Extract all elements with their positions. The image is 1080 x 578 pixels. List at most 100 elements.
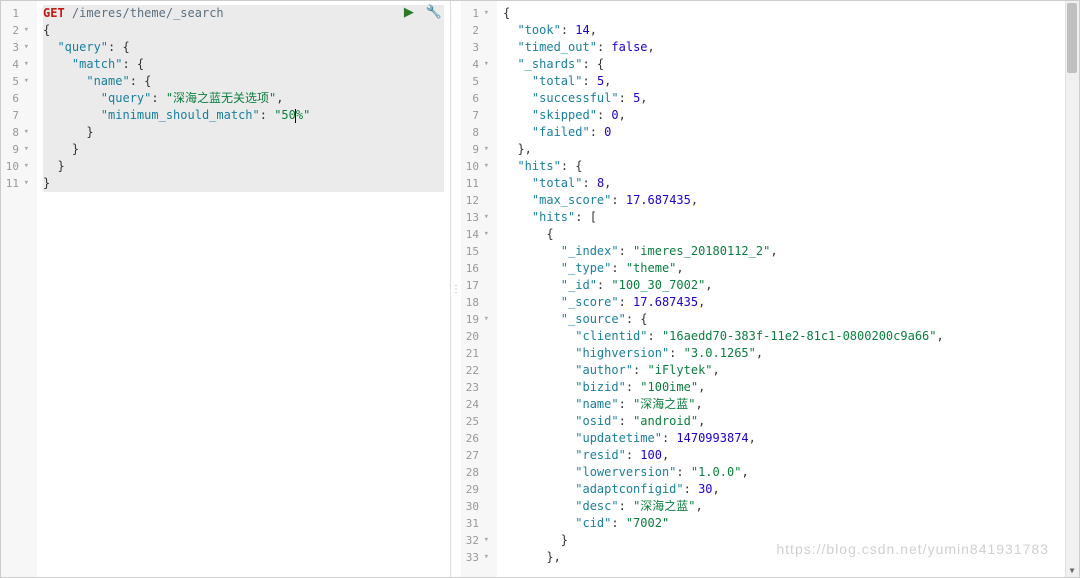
line-number: 3 xyxy=(465,39,489,56)
request-gutter: 12▾3▾4▾5▾678▾9▾10▾11▾ xyxy=(1,1,37,577)
line-number: 22 xyxy=(465,362,489,379)
code-line[interactable]: "total": 8, xyxy=(503,175,1073,192)
fold-icon[interactable]: ▾ xyxy=(481,209,489,226)
scroll-thumb[interactable] xyxy=(1067,3,1077,73)
code-line[interactable]: "timed_out": false, xyxy=(503,39,1073,56)
code-line[interactable]: { xyxy=(503,5,1073,22)
code-line[interactable]: "lowerversion": "1.0.0", xyxy=(503,464,1073,481)
code-line[interactable]: "failed": 0 xyxy=(503,124,1073,141)
code-line[interactable]: "author": "iFlytek", xyxy=(503,362,1073,379)
line-number: 6 xyxy=(5,90,29,107)
line-number: 11▾ xyxy=(5,175,29,192)
line-number: 23 xyxy=(465,379,489,396)
code-line[interactable]: } xyxy=(43,141,444,158)
response-pane: 1▾234▾56789▾10▾111213▾14▾1516171819▾2021… xyxy=(461,1,1079,577)
fold-icon[interactable]: ▾ xyxy=(481,532,489,549)
code-line[interactable]: "updatetime": 1470993874, xyxy=(503,430,1073,447)
request-pane: ▶ 🔧 12▾3▾4▾5▾678▾9▾10▾11▾ GET /imeres/th… xyxy=(1,1,451,577)
line-number: 18 xyxy=(465,294,489,311)
code-line[interactable]: "max_score": 17.687435, xyxy=(503,192,1073,209)
code-line[interactable]: "osid": "android", xyxy=(503,413,1073,430)
code-line[interactable]: } xyxy=(43,158,444,175)
code-line[interactable]: "hits": { xyxy=(503,158,1073,175)
fold-icon[interactable]: ▾ xyxy=(481,549,489,566)
dev-console-root: ▶ 🔧 12▾3▾4▾5▾678▾9▾10▾11▾ GET /imeres/th… xyxy=(0,0,1080,578)
response-scrollbar[interactable]: ▲ ▼ xyxy=(1065,1,1079,577)
fold-icon[interactable]: ▾ xyxy=(481,311,489,328)
code-line[interactable]: } xyxy=(43,175,444,192)
code-line[interactable]: }, xyxy=(503,549,1073,566)
line-number: 15 xyxy=(465,243,489,260)
code-line[interactable]: "successful": 5, xyxy=(503,90,1073,107)
request-toolbar: ▶ 🔧 xyxy=(404,4,442,20)
code-line[interactable]: } xyxy=(503,532,1073,549)
code-line[interactable]: "_index": "imeres_20180112_2", xyxy=(503,243,1073,260)
code-line[interactable]: "_score": 17.687435, xyxy=(503,294,1073,311)
code-line[interactable]: { xyxy=(43,22,444,39)
code-line[interactable]: } xyxy=(43,124,444,141)
code-line[interactable]: "clientid": "16aedd70-383f-11e2-81c1-080… xyxy=(503,328,1073,345)
fold-icon[interactable]: ▾ xyxy=(481,226,489,243)
fold-icon[interactable]: ▾ xyxy=(21,124,29,141)
line-number: 2▾ xyxy=(5,22,29,39)
fold-icon[interactable]: ▾ xyxy=(481,5,489,22)
line-number: 6 xyxy=(465,90,489,107)
code-line[interactable]: "name": { xyxy=(43,73,444,90)
fold-icon[interactable]: ▾ xyxy=(21,73,29,90)
line-number: 4▾ xyxy=(5,56,29,73)
code-line[interactable]: "total": 5, xyxy=(503,73,1073,90)
fold-icon[interactable]: ▾ xyxy=(481,158,489,175)
line-number: 29 xyxy=(465,481,489,498)
code-line[interactable]: GET /imeres/theme/_search xyxy=(43,5,444,22)
line-number: 11 xyxy=(465,175,489,192)
fold-icon[interactable]: ▾ xyxy=(21,56,29,73)
code-line[interactable]: "skipped": 0, xyxy=(503,107,1073,124)
options-button[interactable]: 🔧 xyxy=(426,4,442,20)
pane-splitter[interactable]: ⋮ xyxy=(451,1,461,577)
code-line[interactable]: "minimum_should_match": "50%" xyxy=(43,107,444,124)
scroll-down-icon[interactable]: ▼ xyxy=(1065,563,1079,577)
response-editor[interactable]: 1▾234▾56789▾10▾111213▾14▾1516171819▾2021… xyxy=(461,1,1079,577)
line-number: 4▾ xyxy=(465,56,489,73)
code-line[interactable]: "_shards": { xyxy=(503,56,1073,73)
code-line[interactable]: "adaptconfigid": 30, xyxy=(503,481,1073,498)
line-number: 1▾ xyxy=(465,5,489,22)
line-number: 2 xyxy=(465,22,489,39)
code-line[interactable]: "bizid": "100ime", xyxy=(503,379,1073,396)
code-line[interactable]: "_type": "theme", xyxy=(503,260,1073,277)
response-code[interactable]: { "took": 14, "timed_out": false, "_shar… xyxy=(497,1,1079,577)
request-code[interactable]: GET /imeres/theme/_search{ "query": { "m… xyxy=(37,1,450,577)
line-number: 20 xyxy=(465,328,489,345)
code-line[interactable]: { xyxy=(503,226,1073,243)
line-number: 19▾ xyxy=(465,311,489,328)
line-number: 27 xyxy=(465,447,489,464)
fold-icon[interactable]: ▾ xyxy=(21,175,29,192)
code-line[interactable]: "desc": "深海之蓝", xyxy=(503,498,1073,515)
fold-icon[interactable]: ▾ xyxy=(481,141,489,158)
code-line[interactable]: "highversion": "3.0.1265", xyxy=(503,345,1073,362)
code-line[interactable]: }, xyxy=(503,141,1073,158)
line-number: 13▾ xyxy=(465,209,489,226)
line-number: 32▾ xyxy=(465,532,489,549)
request-editor[interactable]: 12▾3▾4▾5▾678▾9▾10▾11▾ GET /imeres/theme/… xyxy=(1,1,450,577)
code-line[interactable]: "hits": [ xyxy=(503,209,1073,226)
line-number: 9▾ xyxy=(5,141,29,158)
code-line[interactable]: "_id": "100_30_7002", xyxy=(503,277,1073,294)
line-number: 26 xyxy=(465,430,489,447)
line-number: 7 xyxy=(465,107,489,124)
code-line[interactable]: "cid": "7002" xyxy=(503,515,1073,532)
fold-icon[interactable]: ▾ xyxy=(21,141,29,158)
code-line[interactable]: "name": "深海之蓝", xyxy=(503,396,1073,413)
fold-icon[interactable]: ▾ xyxy=(21,158,29,175)
fold-icon[interactable]: ▾ xyxy=(481,56,489,73)
run-button[interactable]: ▶ xyxy=(404,4,414,20)
code-line[interactable]: "query": { xyxy=(43,39,444,56)
code-line[interactable]: "match": { xyxy=(43,56,444,73)
code-line[interactable]: "resid": 100, xyxy=(503,447,1073,464)
code-line[interactable]: "query": "深海之蓝无关选项", xyxy=(43,90,444,107)
fold-icon[interactable]: ▾ xyxy=(21,39,29,56)
code-line[interactable]: "_source": { xyxy=(503,311,1073,328)
line-number: 7 xyxy=(5,107,29,124)
fold-icon[interactable]: ▾ xyxy=(21,22,29,39)
code-line[interactable]: "took": 14, xyxy=(503,22,1073,39)
